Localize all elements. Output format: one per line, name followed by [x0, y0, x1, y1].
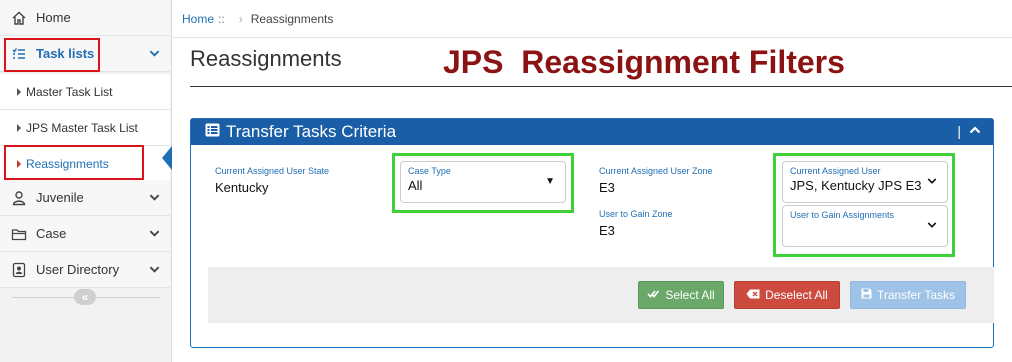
folder-icon: [10, 225, 28, 243]
current-user-state-label: Current Assigned User State: [215, 166, 330, 176]
deselect-all-label: Deselect All: [765, 288, 828, 302]
double-check-icon: [647, 288, 660, 302]
case-type-select[interactable]: Case Type All ▼: [400, 161, 566, 203]
save-icon: [861, 288, 872, 302]
current-user-label: Current Assigned User: [790, 166, 881, 176]
sidebar-item-label: Juvenile: [36, 190, 84, 205]
case-type-value: All: [408, 178, 423, 193]
transfer-tasks-panel: Transfer Tasks Criteria | Current Assign…: [190, 118, 994, 348]
caret-right-icon: [17, 87, 21, 96]
panel-title: Transfer Tasks Criteria: [226, 122, 397, 141]
collapse-panel-icon[interactable]: [969, 123, 981, 139]
chevron-down-icon[interactable]: [149, 47, 160, 62]
caret-down-icon: ▼: [545, 176, 555, 187]
highlight-box-task-lists: [4, 38, 100, 72]
chevron-down-icon[interactable]: [149, 263, 160, 278]
breadcrumb-arrow-icon: ›: [238, 11, 243, 26]
panel-separator: |: [957, 123, 961, 139]
collapse-sidebar-button[interactable]: «: [74, 289, 96, 305]
sidebar-item-home[interactable]: Home: [0, 0, 170, 36]
breadcrumb-current: Reassignments: [250, 11, 334, 26]
select-all-label: Select All: [665, 288, 715, 302]
gain-zone-value: E3: [599, 223, 615, 238]
deselect-all-button[interactable]: Deselect All: [734, 281, 840, 309]
sidebar-item-label: Master Task List: [26, 84, 113, 99]
sidebar-item-juvenile[interactable]: Juvenile: [0, 180, 170, 216]
action-bar: Select All Deselect All Transfer Tasks: [208, 267, 994, 323]
page-title: Reassignments: [190, 46, 342, 71]
gain-zone-label: User to Gain Zone: [599, 209, 673, 219]
breadcrumb: Home :: › Reassignments: [172, 0, 1012, 38]
transfer-tasks-button[interactable]: Transfer Tasks: [850, 281, 966, 309]
contact-book-icon: [10, 261, 28, 279]
chevron-down-icon: [927, 220, 937, 233]
gain-user-select[interactable]: User to Gain Assignments: [782, 205, 948, 247]
active-pointer: [162, 146, 172, 170]
annotation-label: JPS Reassignment Filters: [443, 44, 845, 80]
gain-user-label: User to Gain Assignments: [790, 210, 895, 220]
caret-right-icon: [17, 123, 21, 132]
home-icon: [10, 9, 28, 27]
highlight-box-reassignments: [4, 145, 144, 180]
backspace-icon: [746, 288, 760, 302]
chevron-down-icon[interactable]: [149, 191, 160, 206]
chevron-down-icon: [927, 176, 937, 189]
sidebar-item-jps-master-task-list[interactable]: JPS Master Task List: [0, 110, 170, 146]
sidebar-item-label: User Directory: [36, 262, 120, 277]
title-divider: [190, 86, 1012, 87]
breadcrumb-home-link[interactable]: Home: [182, 12, 214, 26]
transfer-tasks-label: Transfer Tasks: [876, 288, 956, 302]
sidebar-item-case[interactable]: Case: [0, 216, 170, 252]
sidebar-item-user-directory[interactable]: User Directory: [0, 252, 170, 288]
panel-controls: |: [957, 123, 981, 139]
current-user-select[interactable]: Current Assigned User JPS, Kentucky JPS …: [782, 161, 948, 203]
sidebar-item-label: Home: [36, 10, 71, 25]
sidebar: Home Task lists Master Task List JPS Mas…: [0, 0, 172, 362]
panel-header: Transfer Tasks Criteria |: [191, 119, 993, 145]
breadcrumb-separator: ::: [218, 11, 225, 26]
chevron-down-icon[interactable]: [149, 227, 160, 242]
user-icon: [10, 189, 28, 207]
sidebar-item-label: Case: [36, 226, 67, 241]
sidebar-item-label: JPS Master Task List: [26, 120, 138, 135]
current-user-value: JPS, Kentucky JPS E3: [790, 178, 922, 193]
current-user-state-value: Kentucky: [215, 180, 269, 195]
sidebar-item-master-task-list[interactable]: Master Task List: [0, 74, 170, 110]
select-all-button[interactable]: Select All: [638, 281, 724, 309]
list-alt-icon: [205, 122, 220, 142]
current-user-zone-label: Current Assigned User Zone: [599, 166, 713, 176]
current-user-zone-value: E3: [599, 180, 615, 195]
case-type-label: Case Type: [408, 166, 451, 176]
